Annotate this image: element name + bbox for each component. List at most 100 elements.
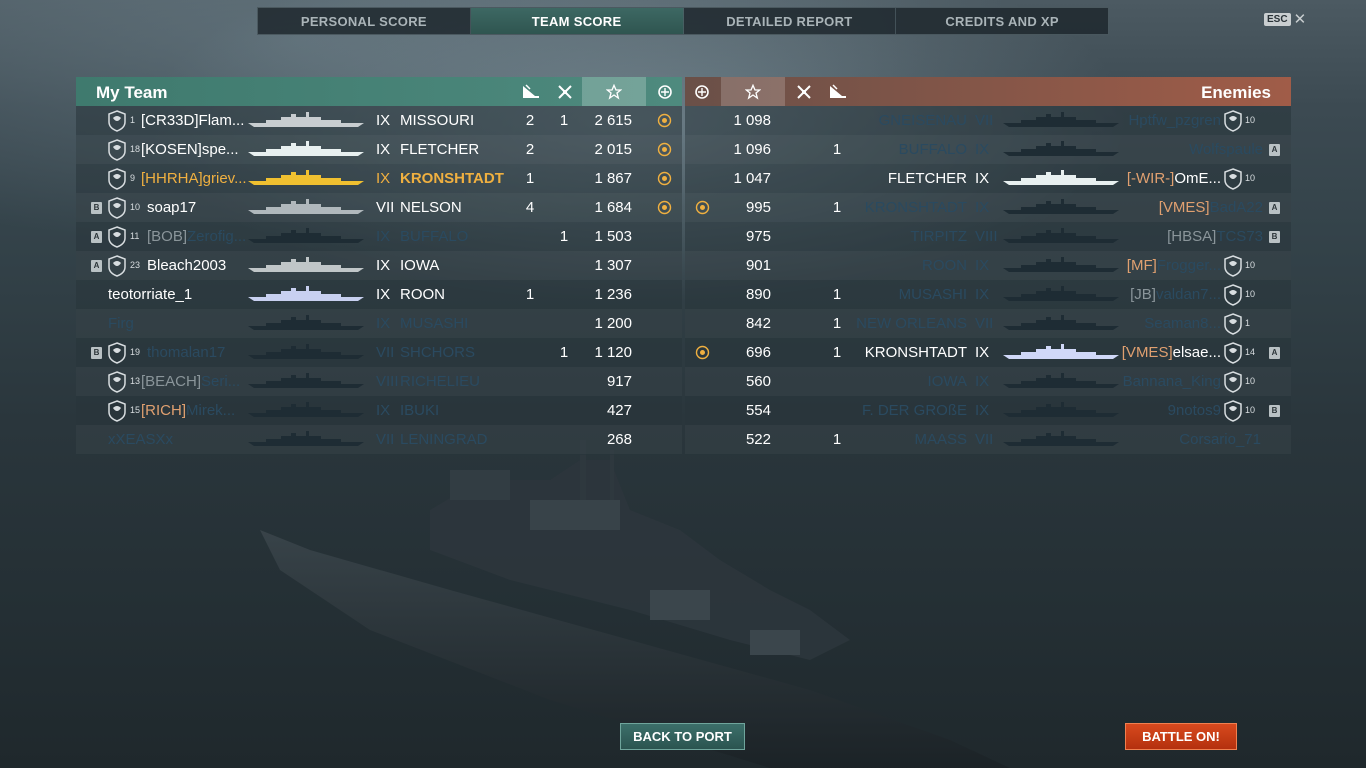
player-nickname: spe... bbox=[201, 141, 239, 158]
player-name: Hptfw_pzgren bbox=[1128, 106, 1221, 135]
ship-silhouette-icon bbox=[246, 256, 366, 274]
player-nickname: soap17 bbox=[147, 199, 197, 216]
caps-count bbox=[558, 193, 570, 222]
score-star-icon bbox=[721, 77, 785, 106]
table-row[interactable]: 890 1 MUSASHI IX [JB]valdan7... 10 bbox=[685, 280, 1291, 309]
ship-name: SHCHORS bbox=[400, 344, 476, 361]
player-nickname: Hptfw_pzgren bbox=[1128, 112, 1221, 129]
player-name: [CR33D]Flam... bbox=[141, 106, 244, 135]
back-to-port-button[interactable]: BACK TO PORT bbox=[620, 723, 745, 750]
kills-count bbox=[524, 396, 536, 425]
kills-count: 1 bbox=[832, 199, 842, 216]
table-row[interactable]: 696 1 KRONSHTADT IX [VMES]elsae... 14 A bbox=[685, 338, 1291, 367]
player-clan: [VMES] bbox=[1121, 344, 1173, 361]
rank-icon bbox=[1222, 400, 1244, 422]
planes-destroyed-icon bbox=[548, 77, 582, 106]
kills-count: 1 bbox=[832, 344, 842, 361]
kills-count bbox=[524, 309, 536, 338]
score-value: 1 503 bbox=[594, 228, 632, 245]
player-nickname: Seaman8... bbox=[1144, 315, 1221, 332]
score-value: 1 047 bbox=[733, 170, 771, 187]
table-row[interactable]: A 23 Bleach2003 IX IOWA 1 307 bbox=[76, 251, 682, 280]
kills-count: 4 bbox=[525, 199, 535, 216]
table-row[interactable]: 13 [BEACH]Seri... VIII RICHELIEU 917 bbox=[76, 367, 682, 396]
rank-icon bbox=[1222, 313, 1244, 335]
player-nickname: 9notos9 bbox=[1167, 402, 1221, 419]
rank-icon bbox=[106, 226, 128, 248]
table-row[interactable]: 842 1 NEW ORLEANS VII Seaman8... 1 bbox=[685, 309, 1291, 338]
table-row[interactable]: 522 1 MAASS VII Corsario_71 bbox=[685, 425, 1291, 454]
medals-icon bbox=[685, 77, 719, 106]
caps-count bbox=[558, 251, 570, 280]
player-nickname: Wolfspaule bbox=[1189, 141, 1263, 158]
table-row[interactable]: 901 ROON IX [MF]Frogger... 10 bbox=[685, 251, 1291, 280]
table-row[interactable]: B 10 soap17 VII NELSON 4 1 684 bbox=[76, 193, 682, 222]
score-star-icon bbox=[582, 77, 646, 106]
player-nickname: Zerofig... bbox=[187, 228, 247, 245]
close-button[interactable]: ESC ✕ bbox=[1264, 12, 1306, 27]
battle-on-button[interactable]: BATTLE ON! bbox=[1125, 723, 1237, 750]
ship-name: BUFFALO bbox=[898, 141, 967, 158]
rank-number: 11 bbox=[130, 231, 140, 241]
score-value: 560 bbox=[745, 373, 771, 390]
score-value: 842 bbox=[745, 315, 771, 332]
ship-name: RICHELIEU bbox=[400, 373, 481, 390]
player-name: [MF]Frogger... bbox=[1127, 251, 1221, 280]
rank-icon bbox=[106, 342, 128, 364]
table-row[interactable]: xXEASXx VII LENINGRAD 268 bbox=[76, 425, 682, 454]
table-row[interactable]: 1 [CR33D]Flam... IX MISSOURI 2 1 2 615 bbox=[76, 106, 682, 135]
table-row[interactable]: 1 096 1 BUFFALO IX Wolfspaule A bbox=[685, 135, 1291, 164]
ship-name: IOWA bbox=[927, 373, 967, 390]
tab-team-score[interactable]: TEAM SCORE bbox=[470, 8, 684, 34]
player-nickname: thomalan17 bbox=[147, 344, 226, 361]
score-value: 554 bbox=[745, 402, 771, 419]
table-row[interactable]: B 19 thomalan17 VII SHCHORS 1 1 120 bbox=[76, 338, 682, 367]
player-nickname: Bleach2003 bbox=[147, 257, 227, 274]
table-row[interactable]: Firg IX MUSASHI 1 200 bbox=[76, 309, 682, 338]
kills-count bbox=[831, 164, 843, 193]
ship-silhouette-icon bbox=[1001, 430, 1121, 448]
tab-detailed-report[interactable]: DETAILED REPORT bbox=[684, 8, 897, 34]
rank-icon bbox=[1222, 342, 1244, 364]
ship-tier: IX bbox=[376, 112, 391, 129]
rank-number: 10 bbox=[1245, 173, 1256, 183]
table-row[interactable]: 554 F. DER GROßE IX 9notos9 10 B bbox=[685, 396, 1291, 425]
division-badge: B bbox=[1269, 231, 1280, 243]
player-nickname: Bannana_King bbox=[1122, 373, 1221, 390]
caps-count bbox=[558, 425, 570, 454]
ship-silhouette-icon bbox=[246, 401, 366, 419]
player-nickname: BadA22 bbox=[1209, 199, 1263, 216]
ship-silhouette-icon bbox=[1001, 111, 1121, 129]
rank-icon bbox=[1222, 255, 1244, 277]
ship-tier: VII bbox=[975, 315, 994, 332]
medal-icon bbox=[657, 142, 672, 157]
ship-silhouette-icon bbox=[1001, 140, 1121, 158]
kills-count bbox=[831, 222, 843, 251]
my-team-title: My Team bbox=[96, 83, 168, 102]
player-name: [HHRHA]griev... bbox=[141, 164, 247, 193]
ship-tier: VII bbox=[975, 112, 994, 129]
rank-number: 1 bbox=[1245, 318, 1251, 328]
ship-tier: IX bbox=[376, 141, 391, 158]
table-row[interactable]: A 11 [BOB]Zerofig... IX BUFFALO 1 1 503 bbox=[76, 222, 682, 251]
table-row[interactable]: 1 047 FLETCHER IX [-WIR-]OmE... 10 bbox=[685, 164, 1291, 193]
player-nickname: Mirek... bbox=[186, 402, 236, 419]
table-row[interactable]: 18 [KOSEN]spe... IX FLETCHER 2 2 015 bbox=[76, 135, 682, 164]
ship-silhouette-icon bbox=[246, 169, 366, 187]
kills-count bbox=[524, 222, 536, 251]
kills-count bbox=[524, 338, 536, 367]
ship-name: FLETCHER bbox=[400, 141, 480, 158]
division-badge: A bbox=[1269, 347, 1280, 359]
table-row[interactable]: teotorriate_1 IX ROON 1 1 236 bbox=[76, 280, 682, 309]
table-row[interactable]: 995 1 KRONSHTADT IX [VMES]BadA22 A bbox=[685, 193, 1291, 222]
player-clan: [RICH] bbox=[141, 402, 186, 419]
tab-personal-score[interactable]: PERSONAL SCORE bbox=[258, 8, 471, 34]
tab-credits-and-xp[interactable]: CREDITS AND XP bbox=[896, 8, 1108, 34]
table-row[interactable]: 560 IOWA IX Bannana_King 10 bbox=[685, 367, 1291, 396]
table-row[interactable]: 15 [RICH]Mirek... IX IBUKI 427 bbox=[76, 396, 682, 425]
table-row[interactable]: 975 TIRPITZ VIII [HBSA]TCS73 B bbox=[685, 222, 1291, 251]
table-row[interactable]: 1 098 GNEISENAU VII Hptfw_pzgren 10 bbox=[685, 106, 1291, 135]
ship-silhouette-icon bbox=[1001, 227, 1121, 245]
division-badge: A bbox=[1269, 202, 1280, 214]
table-row[interactable]: 9 [HHRHA]griev... IX KRONSHTADT 1 1 867 bbox=[76, 164, 682, 193]
